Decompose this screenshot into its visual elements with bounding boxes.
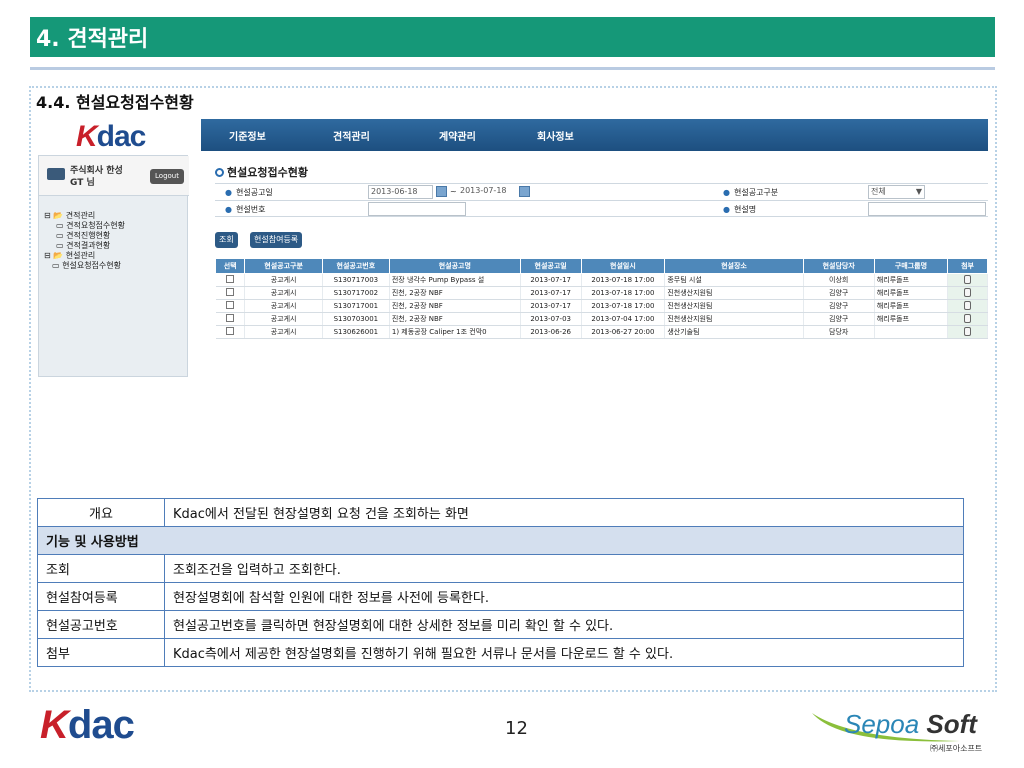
row-checkbox[interactable] bbox=[225, 275, 234, 283]
overview-row: 개요 Kdac에서 전달된 현장설명회 요청 건을 조회하는 화면 bbox=[37, 498, 964, 527]
attachment-icon[interactable] bbox=[964, 326, 972, 336]
top-navigation: 기준정보 견적관리 계약관리 회사정보 bbox=[201, 119, 988, 151]
page-title: 현설요청접수현황 bbox=[215, 164, 308, 180]
desc-value: 조회조건을 입력하고 조회한다. bbox=[164, 554, 964, 583]
main-content: 현설요청접수현황 ● 현설공고일 2013-06-18 ~ 2013-07-18 … bbox=[214, 159, 988, 377]
tree-folder-site[interactable]: ⊟ 📂 현설관리 bbox=[44, 251, 125, 261]
site-name-input[interactable] bbox=[868, 202, 986, 216]
kdac-logo: Kdac bbox=[40, 703, 135, 747]
overview-key: 개요 bbox=[37, 498, 165, 527]
table-row: 공고게시 S130717003 전장 냉각수 Pump Bypass 설 201… bbox=[215, 273, 988, 287]
page-icon: ▭ bbox=[56, 221, 67, 230]
nav-item-basic-info[interactable]: 기준정보 bbox=[229, 128, 266, 143]
col-date: 현설공고일 bbox=[519, 258, 582, 274]
page-icon: ▭ bbox=[56, 231, 67, 240]
attachment-icon[interactable] bbox=[964, 300, 972, 310]
col-place: 현설장소 bbox=[664, 258, 804, 274]
title-bullet-icon bbox=[215, 168, 224, 177]
site-request-grid: 선택 현설공고구분 현설공고번호 현설공고명 현설공고일 현설일시 현설장소 현… bbox=[214, 258, 988, 339]
grid-header-row: 선택 현설공고구분 현설공고번호 현설공고명 현설공고일 현설일시 현설장소 현… bbox=[214, 258, 988, 274]
slide-title: 4. 견적관리 bbox=[36, 27, 149, 52]
title-divider bbox=[30, 67, 995, 70]
search-button[interactable]: 조회 bbox=[215, 232, 238, 248]
menu-tree: ⊟ 📂 견적관리 ▭ 견적요청접수현황 ▭ 견적진행현황 ▭ 견적결과현황 ⊟ … bbox=[44, 211, 125, 271]
desc-key: 첨부 bbox=[37, 638, 165, 667]
form-row-number: ● 현설번호 ● 현설명 bbox=[215, 200, 988, 217]
tree-item-site-request[interactable]: ▭ 현설요청접수현황 bbox=[44, 261, 125, 271]
sidebar: 주식회사 한성 GT 님 Logout ⊟ 📂 견적관리 ▭ 견적요청접수현황 … bbox=[38, 155, 189, 377]
desc-value: 현설공고번호를 클릭하면 현장설명회에 대한 상세한 정보를 미리 확인 할 수… bbox=[164, 610, 964, 639]
table-row: 공고게시 S130717002 진천, 2공장 NBF 2013-07-17 2… bbox=[215, 286, 988, 300]
tree-item-estimate-request[interactable]: ▭ 견적요청접수현황 bbox=[44, 221, 125, 231]
folder-icon: ⊟ 📂 bbox=[44, 251, 66, 260]
section-header-row: 기능 및 사용방법 bbox=[37, 526, 964, 555]
desc-row: 첨부 Kdac측에서 제공한 현장설명회를 진행하기 위해 필요한 서류나 문서… bbox=[37, 638, 964, 667]
dropdown-arrow-icon: ▼ bbox=[915, 187, 922, 196]
attachment-icon[interactable] bbox=[964, 313, 972, 323]
tree-item-estimate-progress[interactable]: ▭ 견적진행현황 bbox=[44, 231, 125, 241]
desc-row: 현설참여등록 현장설명회에 참석할 인원에 대한 정보를 사전에 등록한다. bbox=[37, 582, 964, 611]
user-name: GT 님 bbox=[70, 178, 95, 188]
col-select: 선택 bbox=[214, 258, 246, 274]
col-type: 현설공고구분 bbox=[244, 258, 323, 274]
table-row: 공고게시 S130703001 진천, 2공장 NBF 2013-07-03 2… bbox=[215, 312, 988, 326]
page-icon: ▭ bbox=[56, 241, 67, 250]
tree-folder-estimate[interactable]: ⊟ 📂 견적관리 bbox=[44, 211, 125, 221]
col-datetime: 현설일시 bbox=[580, 258, 666, 274]
form-row-date: ● 현설공고일 2013-06-18 ~ 2013-07-18 ● 현설공고구분 전… bbox=[215, 183, 988, 200]
user-box: 주식회사 한성 GT 님 Logout bbox=[39, 156, 189, 196]
attachment-icon[interactable] bbox=[964, 274, 972, 284]
calendar-icon[interactable] bbox=[519, 186, 530, 197]
row-checkbox[interactable] bbox=[225, 314, 234, 322]
desc-key: 조회 bbox=[37, 554, 165, 583]
user-company: 주식회사 한성 bbox=[70, 166, 123, 176]
desc-key: 현설참여등록 bbox=[37, 582, 165, 611]
table-row: 공고게시 S130626001 1) 제동공장 Caliper 1조 컨막0 2… bbox=[215, 325, 988, 339]
sepoa-logo: Sepoa Soft bbox=[844, 709, 977, 739]
desc-value: Kdac측에서 제공한 현장설명회를 진행하기 위해 필요한 서류나 문서를 다… bbox=[164, 638, 964, 667]
col-group: 구매그룹명 bbox=[873, 258, 949, 274]
nav-item-contract[interactable]: 계약관리 bbox=[439, 128, 476, 143]
row-checkbox[interactable] bbox=[225, 301, 234, 309]
logout-button[interactable]: Logout bbox=[150, 169, 184, 184]
type-select[interactable]: 전체 ▼ bbox=[868, 185, 925, 199]
col-manager: 현설담당자 bbox=[802, 258, 875, 274]
description-table: 개요 Kdac에서 전달된 현장설명회 요청 건을 조회하는 화면 기능 및 사… bbox=[37, 498, 964, 667]
date-from-input[interactable]: 2013-06-18 bbox=[368, 185, 433, 199]
col-name: 현설공고명 bbox=[388, 258, 521, 274]
page-icon: ▭ bbox=[52, 261, 63, 270]
section-title: 4.4. 현설요청접수현황 bbox=[36, 93, 194, 112]
desc-row: 조회 조회조건을 입력하고 조회한다. bbox=[37, 554, 964, 583]
col-number: 현설공고번호 bbox=[321, 258, 390, 274]
nav-item-company[interactable]: 회사정보 bbox=[537, 128, 574, 143]
table-row: 공고게시 S130717001 진천, 2공장 NBF 2013-07-17 2… bbox=[215, 299, 988, 313]
desc-row: 현설공고번호 현설공고번호를 클릭하면 현장설명회에 대한 상세한 정보를 미리… bbox=[37, 610, 964, 639]
site-number-link[interactable]: S130703001 bbox=[322, 312, 390, 326]
desc-value: 현장설명회에 참석할 인원에 대한 정보를 사전에 등록한다. bbox=[164, 582, 964, 611]
attachment-icon[interactable] bbox=[964, 287, 972, 297]
site-number-link[interactable]: S130717003 bbox=[322, 273, 390, 287]
app-screenshot: Kdac 기준정보 견적관리 계약관리 회사정보 주식회사 한성 GT 님 Lo… bbox=[38, 117, 988, 377]
app-logo[interactable]: Kdac bbox=[76, 120, 146, 154]
sepoa-company-name: ㈜세포아소프트 bbox=[930, 744, 983, 753]
col-attach: 첨부 bbox=[947, 258, 988, 274]
slide-title-bar: 4. 견적관리 bbox=[30, 17, 995, 57]
site-number-link[interactable]: S130717001 bbox=[322, 299, 390, 313]
tree-item-estimate-result[interactable]: ▭ 견적결과현황 bbox=[44, 241, 125, 251]
register-participation-button[interactable]: 현설참여등록 bbox=[250, 232, 303, 248]
section-header: 기능 및 사용방법 bbox=[37, 526, 964, 555]
folder-icon: ⊟ 📂 bbox=[44, 211, 66, 220]
desc-key: 현설공고번호 bbox=[37, 610, 165, 639]
calendar-icon[interactable] bbox=[436, 186, 447, 197]
overview-value: Kdac에서 전달된 현장설명회 요청 건을 조회하는 화면 bbox=[164, 498, 964, 527]
site-number-link[interactable]: S130626001 bbox=[322, 325, 390, 339]
site-number-input[interactable] bbox=[368, 202, 466, 216]
page-number: 12 bbox=[505, 718, 528, 739]
user-card-icon bbox=[47, 168, 65, 180]
nav-item-estimate[interactable]: 견적관리 bbox=[333, 128, 370, 143]
row-checkbox[interactable] bbox=[225, 327, 234, 335]
row-checkbox[interactable] bbox=[225, 288, 234, 296]
site-number-link[interactable]: S130717002 bbox=[322, 286, 390, 300]
date-to-input[interactable]: 2013-07-18 bbox=[458, 185, 518, 199]
